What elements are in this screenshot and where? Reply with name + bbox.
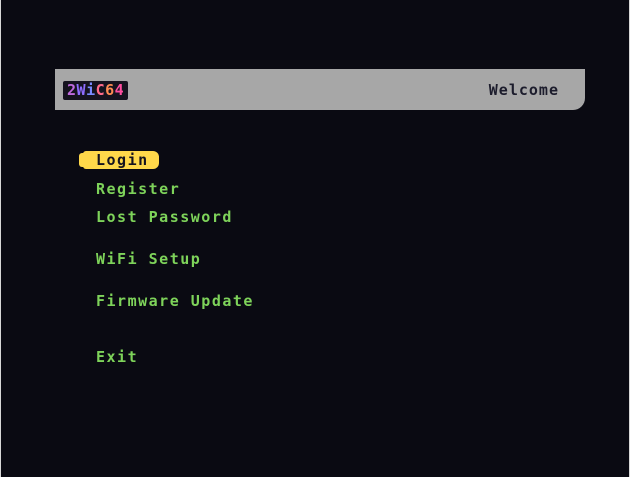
logo-char: 2 <box>67 81 77 99</box>
logo-char: 4 <box>114 81 125 99</box>
logo-char: i <box>86 81 96 99</box>
logo-char: W <box>76 81 87 99</box>
menu-item-lost-password[interactable]: Lost Password <box>96 208 233 226</box>
menu-item-register[interactable]: Register <box>96 180 180 198</box>
menu-item-exit[interactable]: Exit <box>96 348 138 366</box>
wic64-logo: 2WiC64 <box>63 81 129 100</box>
header-bar: 2WiC64 Welcome <box>55 69 585 110</box>
logo-char: C <box>95 81 106 99</box>
page-title: Welcome <box>488 81 559 99</box>
wic64-screen: 2WiC64 Welcome Login Register Lost Passw… <box>0 0 630 477</box>
menu-item-firmware-update[interactable]: Firmware Update <box>96 292 254 310</box>
menu-item-login[interactable]: Login <box>79 151 159 169</box>
logo-char: 6 <box>105 81 115 99</box>
menu-item-wifi-setup[interactable]: WiFi Setup <box>96 250 201 268</box>
